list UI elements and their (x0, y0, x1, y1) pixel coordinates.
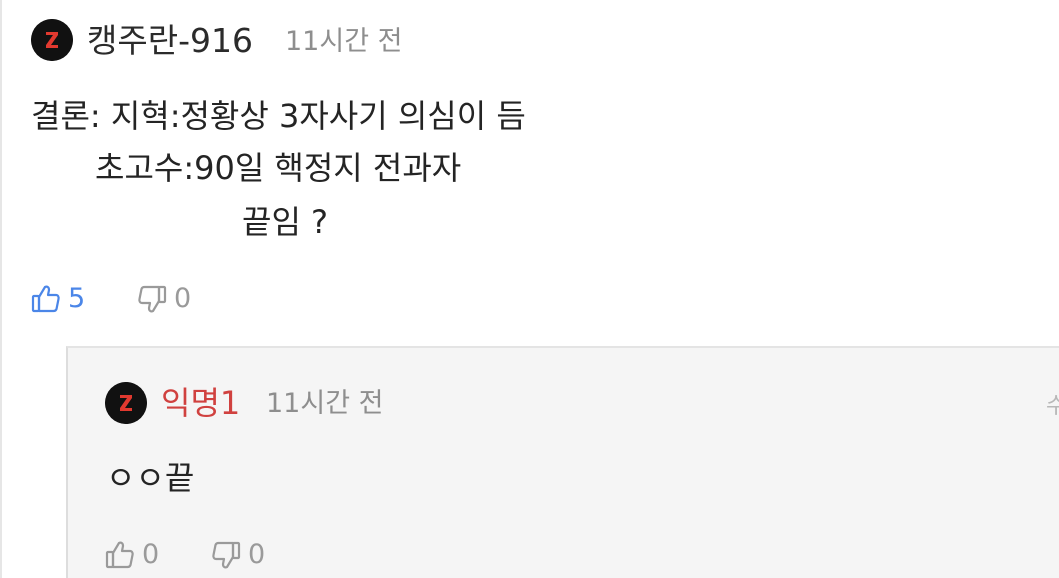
thumbs-up-icon (105, 541, 134, 569)
comment-body-line: 결론: 지혁:정황상 3자사기 의심이 듬 (31, 97, 526, 135)
like-count: 5 (68, 283, 86, 314)
thumbs-up-icon (31, 285, 60, 313)
app-logo-icon (31, 19, 73, 61)
reply-timestamp: 11시간 전 (266, 388, 384, 419)
comment-body-line: 끝임 ? (242, 203, 329, 241)
like-count: 0 (142, 539, 160, 570)
comment-timestamp: 11시간 전 (285, 26, 403, 57)
avatar[interactable] (31, 19, 73, 61)
like-button[interactable]: 0 (104, 538, 159, 572)
comment-username[interactable]: 캥주란-916 (87, 21, 253, 61)
reply-username[interactable]: 익명1 (161, 383, 240, 423)
like-button[interactable]: 5 (30, 282, 85, 316)
thumbs-down-icon (212, 541, 241, 569)
reply-menu-label[interactable]: 수 (1046, 388, 1059, 420)
comment-body-line: 초고수:90일 핵정지 전과자 (95, 149, 462, 187)
reply-body: ㅇㅇ끝 (106, 459, 195, 497)
avatar[interactable] (105, 382, 147, 424)
comment-thread: 캥주란-916 11시간 전 결론: 지혁:정황상 3자사기 의심이 듬 초고수… (0, 0, 1059, 578)
dislike-count: 0 (248, 539, 266, 570)
dislike-count: 0 (174, 283, 192, 314)
thumbs-down-icon (138, 285, 167, 313)
dislike-button[interactable]: 0 (136, 282, 191, 316)
app-logo-icon (105, 382, 147, 424)
divider (0, 0, 2, 578)
dislike-button[interactable]: 0 (210, 538, 265, 572)
